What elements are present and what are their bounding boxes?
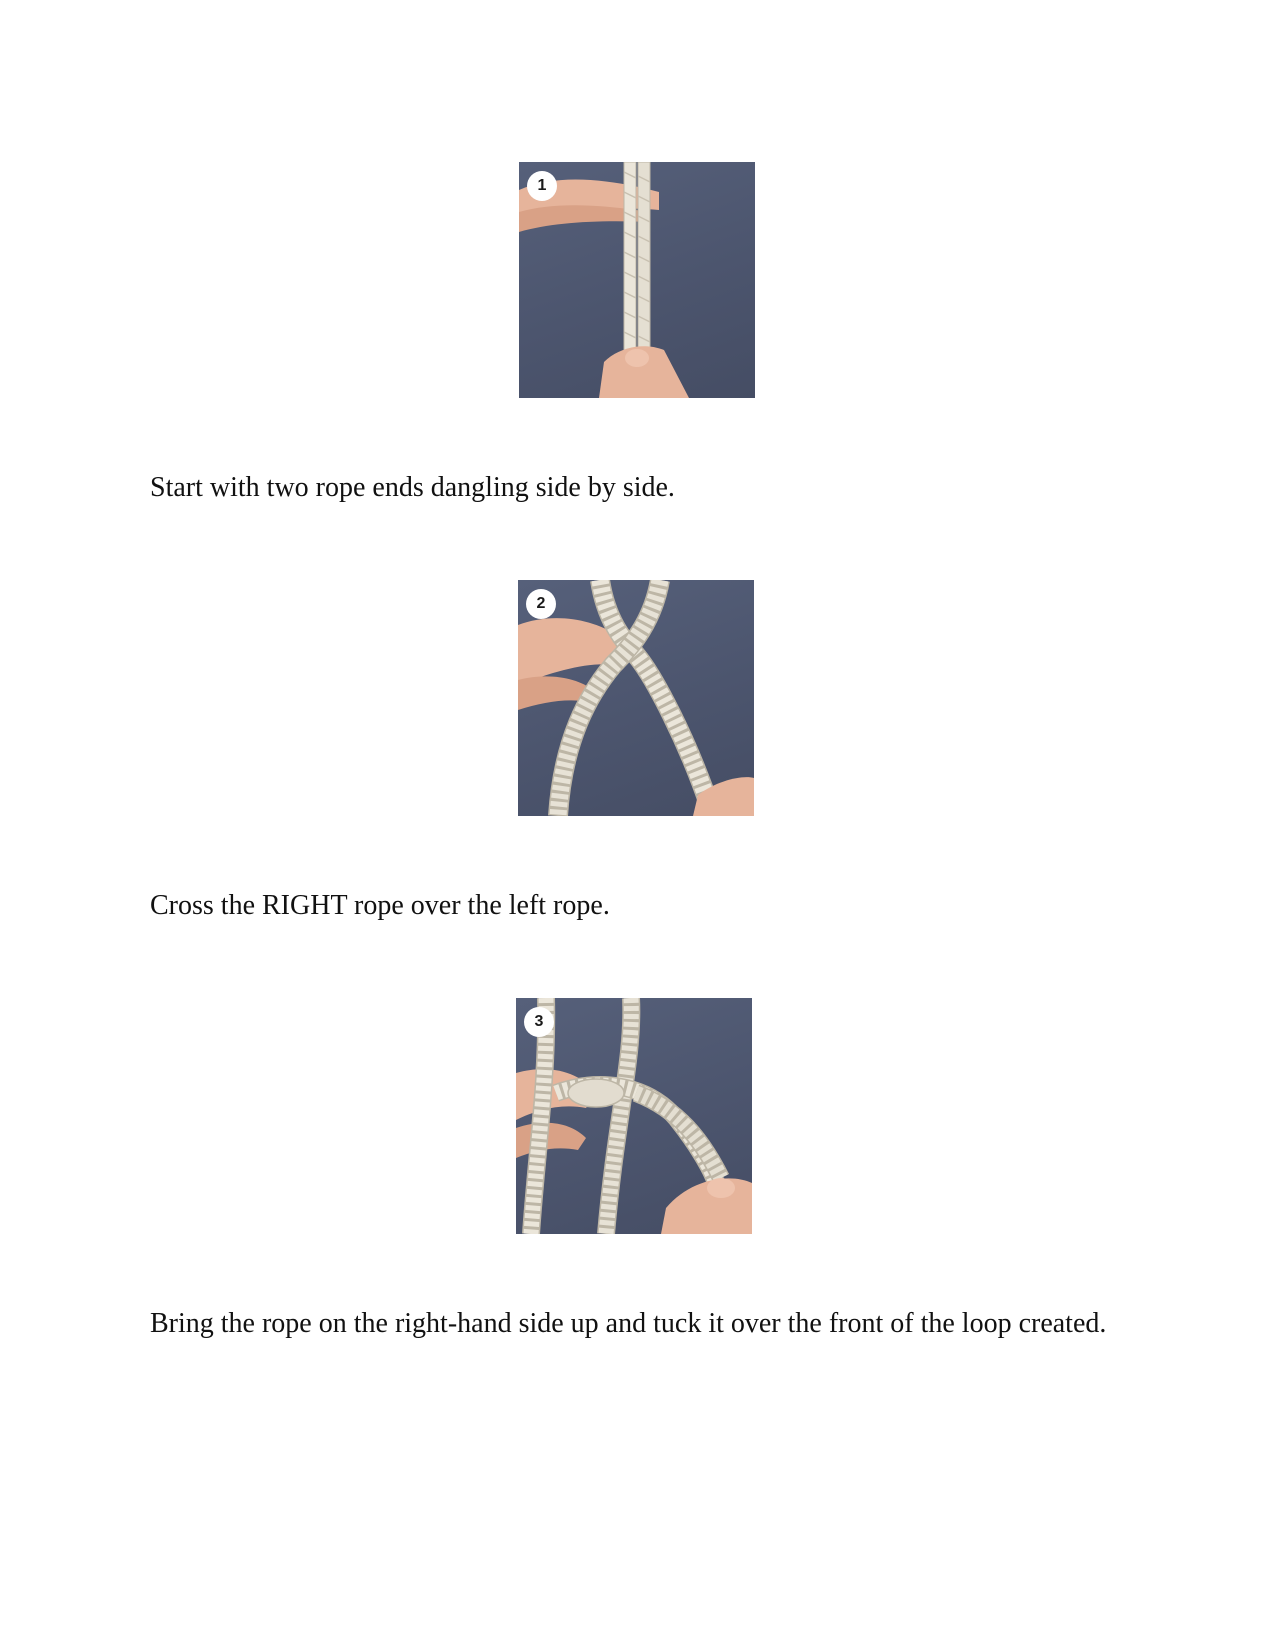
step-1-illustration <box>519 162 689 398</box>
step-3-badge: 3 <box>524 1007 554 1037</box>
step-1-photo: 1 <box>519 162 755 398</box>
step-2-caption: Cross the RIGHT rope over the left rope. <box>150 890 610 921</box>
step-1-caption: Start with two rope ends dangling side b… <box>150 472 675 503</box>
step-2-badge: 2 <box>526 589 556 619</box>
step-3-photo: 3 <box>516 998 752 1234</box>
step-2-illustration <box>518 580 754 816</box>
step-1-badge: 1 <box>527 171 557 201</box>
step-3-illustration <box>516 998 752 1234</box>
step-3-caption: Bring the rope on the right-hand side up… <box>150 1308 1107 1339</box>
step-2-photo: 2 <box>518 580 754 816</box>
